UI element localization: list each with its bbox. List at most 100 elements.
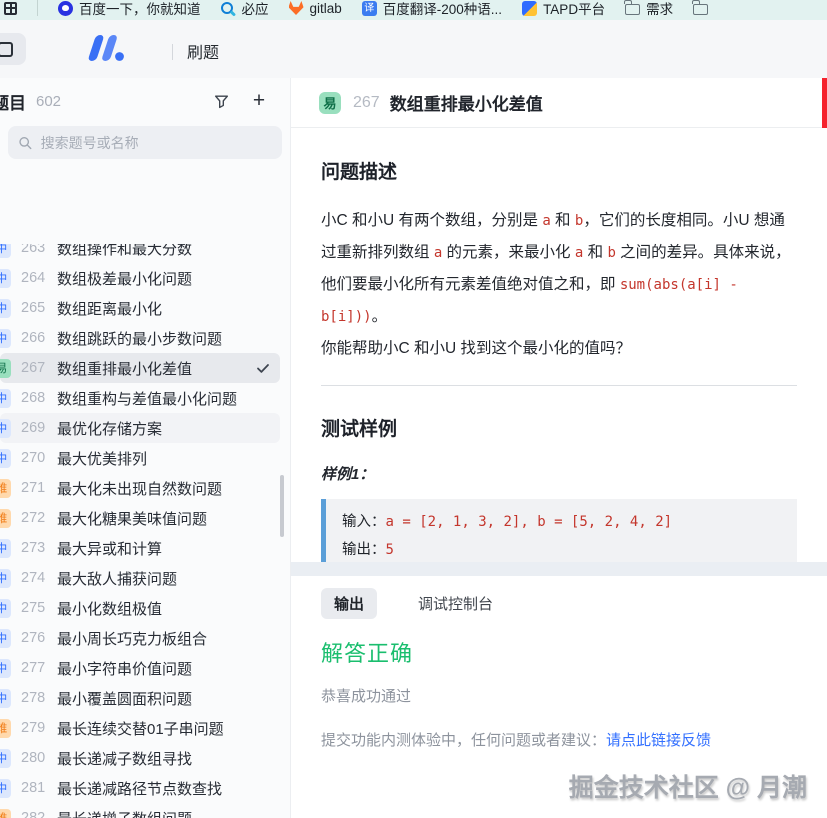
inline-code: a (542, 213, 550, 229)
difficulty-badge: 中 (0, 419, 11, 438)
problem-number: 271 (21, 480, 48, 496)
example-code-block: 输入：a = [2, 1, 3, 2], b = [5, 2, 4, 2] 输出… (321, 499, 797, 562)
problem-list-item[interactable]: 易 267 数组重排最小化差值 (0, 353, 280, 383)
page-title: 数组重排最小化差值 (390, 90, 543, 115)
example-label: 样例1： (321, 463, 797, 484)
example-input-line: 输入：a = [2, 1, 3, 2], b = [5, 2, 4, 2] (342, 508, 781, 536)
bookmark-label: gitlab (310, 1, 342, 16)
problem-title: 数组重构与差值最小化问题 (57, 388, 237, 409)
text-segment: 和 (551, 212, 575, 229)
problem-list-item[interactable]: 中 275 最小化数组极值 (0, 593, 280, 623)
difficulty-badge: 中 (0, 779, 11, 798)
problem-title: 最大异或和计算 (57, 538, 162, 559)
problem-number: 264 (21, 270, 48, 286)
text-segment: 。 (372, 308, 388, 325)
section-divider (321, 385, 797, 386)
problem-title: 数组跳跃的最小步数问题 (57, 328, 222, 349)
problem-number: 270 (21, 450, 48, 466)
difficulty-badge: 易 (0, 359, 11, 378)
problem-number: 274 (21, 570, 48, 586)
add-problem-button[interactable]: + (246, 88, 272, 114)
problem-list-item[interactable]: 难 272 最大化糖果美味值问题 (0, 503, 280, 533)
watermark: 掘金技术社区 @ 月潮 (569, 768, 807, 804)
difficulty-badge: 中 (0, 749, 11, 768)
output-tab[interactable]: 调试控制台 (405, 588, 506, 619)
text-segment: 的元素，来最小化 (442, 244, 575, 261)
apps-grid-icon[interactable] (4, 2, 17, 15)
search-icon (18, 135, 33, 151)
bookmark-label: TAPD平台 (543, 0, 605, 18)
difficulty-badge: 难 (0, 719, 11, 738)
examples-heading: 测试样例 (321, 414, 797, 441)
tapd-icon (522, 1, 537, 16)
problem-panel: 易 267 数组重排最小化差值 问题描述 小C 和小U 有两个数组，分别是 a … (290, 78, 827, 818)
output-tab[interactable]: 输出 (321, 588, 377, 619)
difficulty-badge: 难 (0, 509, 11, 528)
description-heading: 问题描述 (321, 157, 797, 184)
search-box[interactable] (8, 126, 282, 159)
bookmark-label: 百度一下，你就知道 (79, 0, 201, 18)
problem-title: 最长递减子数组寻找 (57, 748, 192, 769)
problem-list-item[interactable]: 难 279 最长连续交替01子串问题 (0, 713, 280, 743)
problem-list-item[interactable]: 中 276 最小周长巧克力板组合 (0, 623, 280, 653)
bookmark-item[interactable]: 百度翻译-200种语... (362, 0, 502, 18)
problem-title: 数组操作和最大分数 (57, 244, 192, 259)
problem-list-item[interactable]: 中 263 数组操作和最大分数 (0, 244, 280, 263)
folder-icon (693, 4, 708, 15)
problem-list-item[interactable]: 中 266 数组跳跃的最小步数问题 (0, 323, 280, 353)
problem-title: 最大敌人捕获问题 (57, 568, 177, 589)
problem-title: 最大化糖果美味值问题 (57, 508, 207, 529)
bookmark-item[interactable]: 需求 (625, 0, 673, 18)
bookmark-item[interactable]: 必应 (221, 0, 269, 18)
panel-toggle-button[interactable] (0, 33, 26, 65)
bookmark-item[interactable]: gitlab (289, 1, 342, 16)
difficulty-badge: 中 (0, 449, 11, 468)
difficulty-badge: 中 (0, 329, 11, 348)
sidebar-header: 题目 602 + (0, 78, 290, 124)
header-divider (172, 44, 173, 60)
difficulty-badge: 中 (0, 689, 11, 708)
feedback-link[interactable]: 请点此链接反馈 (606, 732, 711, 749)
problem-list-item[interactable]: 中 264 数组极差最小化问题 (0, 263, 280, 293)
problem-number: 276 (21, 630, 48, 646)
bookmark-label: 百度翻译-200种语... (383, 0, 502, 18)
inline-code: b (607, 245, 615, 261)
bookmark-item[interactable] (693, 1, 714, 15)
baidu-translate-icon (362, 1, 377, 16)
problem-list: 中 263 数组操作和最大分数 中 264 数组极差最小化问题 中 265 数组… (0, 244, 290, 818)
tab-practice[interactable]: 刷题 (187, 39, 219, 63)
example-output-line: 输出：5 (342, 536, 781, 562)
red-edge-marker (822, 78, 827, 128)
problem-number: 282 (21, 810, 48, 818)
difficulty-badge: 难 (0, 479, 11, 498)
problem-number: 278 (21, 690, 48, 706)
problem-list-item[interactable]: 中 269 最优化存储方案 (0, 413, 280, 443)
problem-list-item[interactable]: 中 268 数组重构与差值最小化问题 (0, 383, 280, 413)
inline-code: a = [2, 1, 3, 2], b = [5, 2, 4, 2] (386, 514, 673, 530)
problem-list-item[interactable]: 中 270 最大优美排列 (0, 443, 280, 473)
funnel-icon (213, 93, 230, 110)
problem-list-item[interactable]: 中 273 最大异或和计算 (0, 533, 280, 563)
problem-number: 266 (21, 330, 48, 346)
bookmark-item[interactable]: 百度一下，你就知道 (58, 0, 201, 18)
difficulty-badge: 中 (0, 299, 11, 318)
problem-number: 267 (353, 94, 380, 112)
problem-list-item[interactable]: 中 278 最小覆盖圆面积问题 (0, 683, 280, 713)
problem-list-item[interactable]: 中 281 最长递减路径节点数查找 (0, 773, 280, 803)
problem-list-item[interactable]: 难 271 最大化未出现自然数问题 (0, 473, 280, 503)
problem-title: 数组极差最小化问题 (57, 268, 192, 289)
search-input[interactable] (41, 135, 272, 151)
app-logo-icon[interactable] (86, 34, 132, 67)
filter-button[interactable] (208, 88, 234, 114)
problem-number: 277 (21, 660, 48, 676)
problem-list-item[interactable]: 中 277 最小字符串价值问题 (0, 653, 280, 683)
app-header: 刷题 (0, 20, 827, 78)
output-panel: 输出 调试控制台 解答正确 恭喜成功通过 提交功能内测体验中，任何问题或者建议：… (291, 576, 827, 818)
problem-list-item[interactable]: 中 280 最长递减子数组寻找 (0, 743, 280, 773)
output-tabs: 输出 调试控制台 (321, 588, 797, 619)
problem-list-item[interactable]: 中 274 最大敌人捕获问题 (0, 563, 280, 593)
bookmark-item[interactable]: TAPD平台 (522, 0, 605, 18)
problem-list-item[interactable]: 难 282 最长递增子数组问题 (0, 803, 280, 818)
problem-list-item[interactable]: 中 265 数组距离最小化 (0, 293, 280, 323)
sidebar-scrollbar-thumb[interactable] (280, 475, 284, 537)
